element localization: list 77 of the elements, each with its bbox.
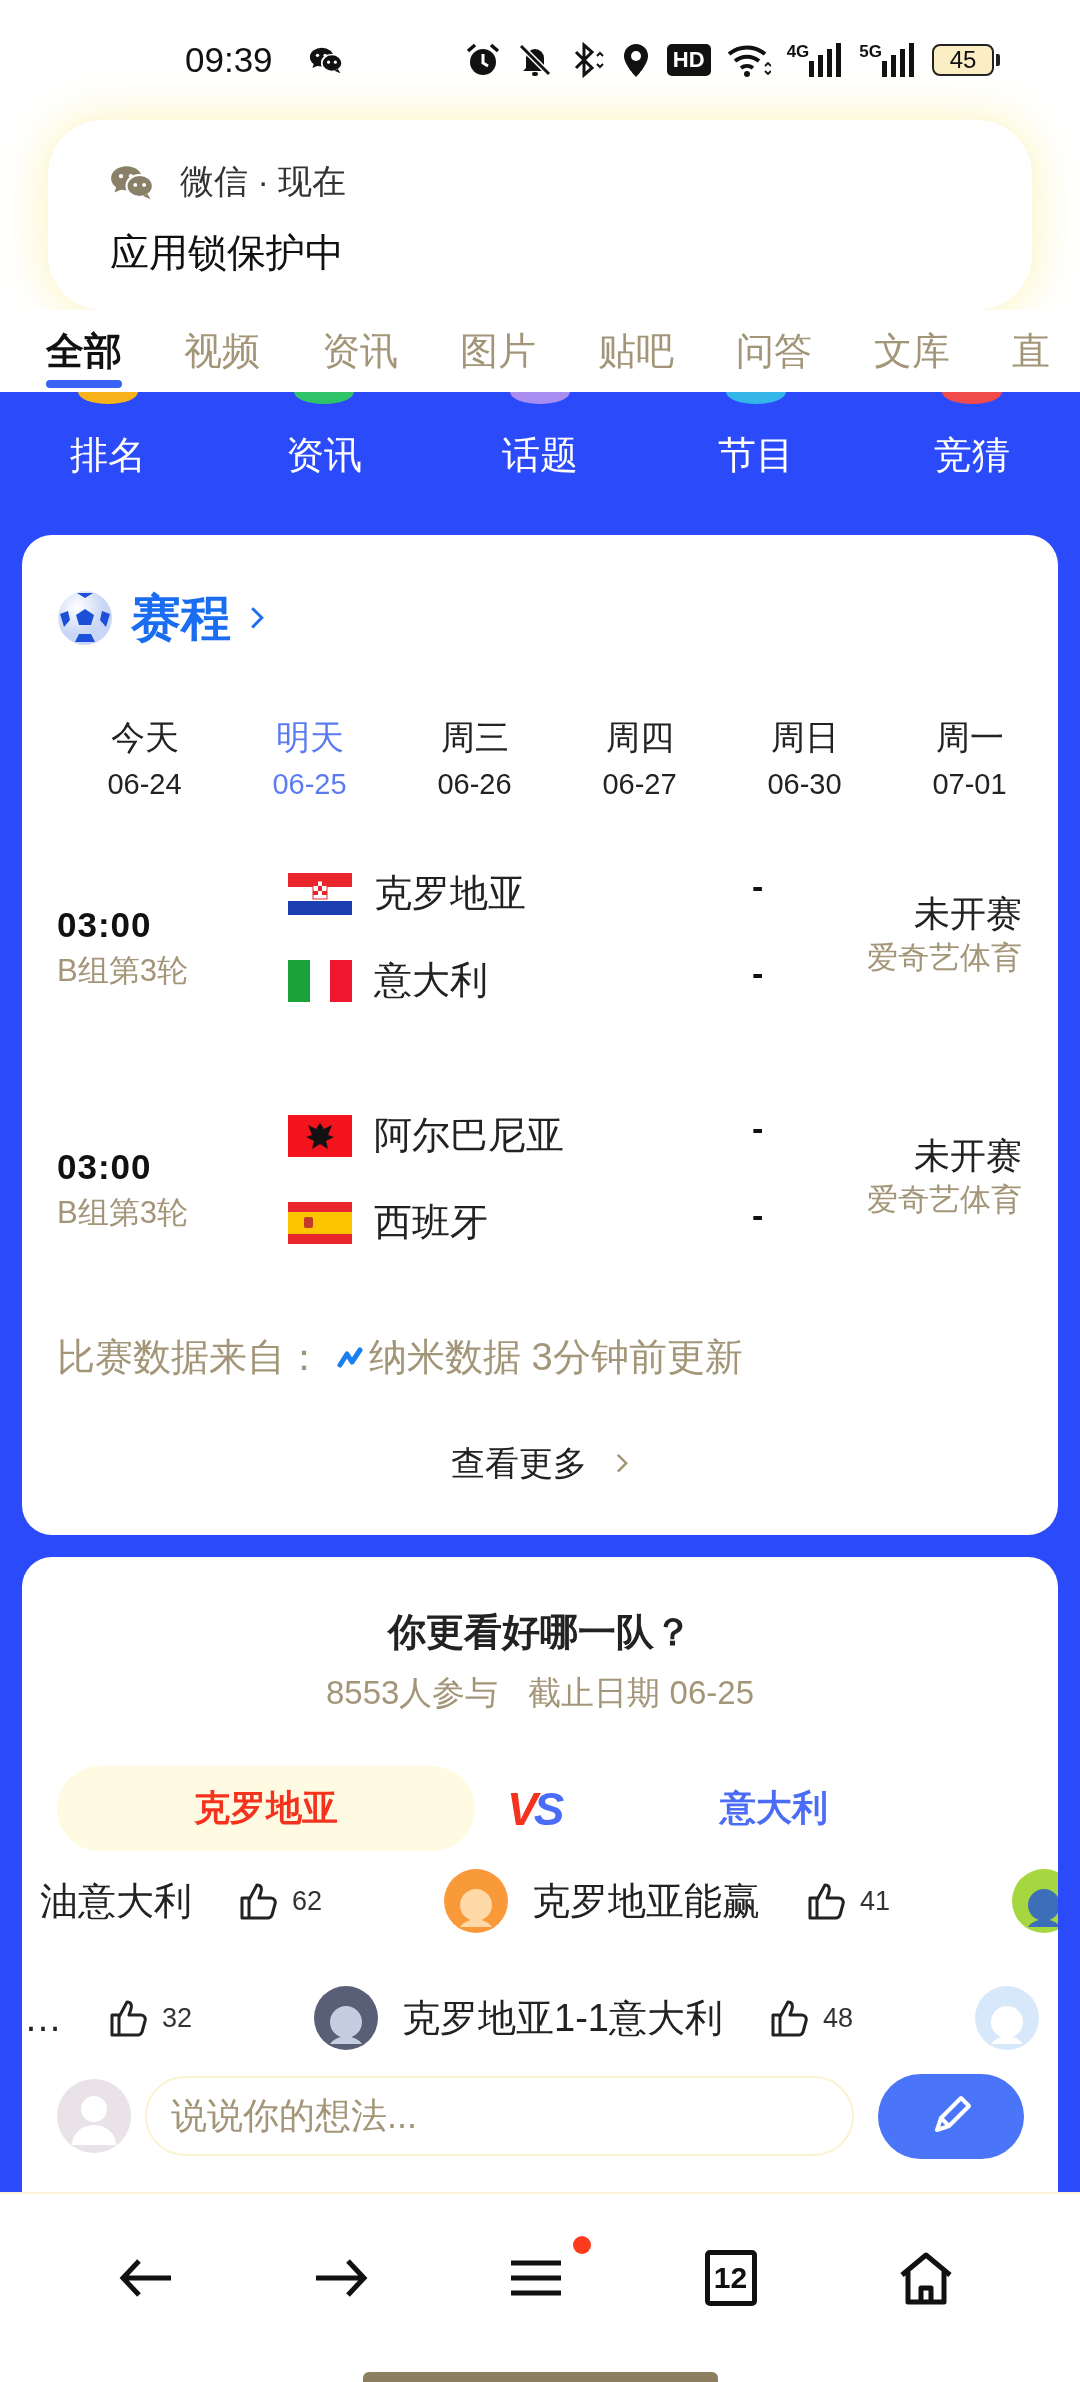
source-label: 比赛数据来自：: [57, 1335, 323, 1380]
flag-icon: [288, 872, 352, 915]
network-label: 5G: [859, 43, 882, 61]
chat-bubbles-icon: [110, 164, 154, 200]
wifi-icon: [726, 42, 771, 78]
match-time: 03:00: [57, 1147, 153, 1187]
match-time: 03:00: [57, 905, 153, 945]
vs-logo: VS: [507, 1781, 561, 1836]
score: -: [752, 1109, 765, 1148]
thumbs-up-icon[interactable]: [108, 1998, 148, 2038]
date-tab[interactable]: 今天 06-24: [62, 710, 227, 804]
thumbs-up-icon[interactable]: [806, 1881, 847, 1921]
signal-bars-icon: [882, 43, 916, 77]
broadcaster: 爱奇艺体育: [867, 1181, 1022, 1219]
clock-time: 09:39: [185, 40, 273, 80]
date-tab[interactable]: 周四 06-27: [557, 710, 722, 804]
avatar[interactable]: [1012, 1869, 1058, 1933]
team-name: 西班牙: [374, 1200, 488, 1245]
category-label[interactable]: 节目: [718, 430, 794, 480]
poll-title: 你更看好哪一队？: [386, 1610, 693, 1655]
network-label: 4G: [786, 43, 810, 61]
participant-count: 8553人参与: [326, 1673, 499, 1713]
category-icon[interactable]: [726, 392, 786, 404]
view-more-link[interactable]: 查看更多: [451, 1438, 629, 1488]
avatar[interactable]: [314, 1986, 379, 2050]
match-round: B组第3轮: [57, 1193, 189, 1232]
date-tab[interactable]: 周三 06-26: [392, 710, 557, 804]
match-status: 未开赛: [914, 1134, 1022, 1178]
like-count: 32: [162, 2002, 193, 2034]
notification-message: 应用锁保护中: [110, 230, 345, 276]
signal-bars-icon: [809, 43, 844, 77]
category-label[interactable]: 话题: [502, 430, 578, 480]
alarm-icon: [464, 42, 501, 78]
battery-indicator: 45: [932, 44, 1000, 76]
source-text: 纳米数据 3分钟前更新: [369, 1335, 743, 1380]
flag-icon: [288, 1201, 352, 1244]
search-tab[interactable]: 全部: [46, 310, 122, 392]
category-icon[interactable]: [294, 392, 354, 404]
date-tab[interactable]: 周日 06-30: [722, 710, 887, 804]
like-count: 48: [822, 2002, 853, 2034]
team-name: 阿尔巴尼亚: [374, 1113, 564, 1158]
soccer-ball-icon: [57, 590, 113, 646]
match-round: B组第3轮: [57, 951, 189, 990]
hd-badge: HD: [666, 44, 711, 76]
flag-icon: [288, 959, 352, 1002]
chevron-right-icon[interactable]: [249, 605, 265, 631]
category-label[interactable]: 竞猜: [934, 430, 1010, 480]
section-title[interactable]: 赛程: [131, 590, 231, 646]
comment-text: 油意大利: [40, 1878, 192, 1924]
flag-icon: [288, 1114, 352, 1157]
thumbs-up-icon[interactable]: [238, 1881, 278, 1921]
poll-deadline: 截止日期 06-25: [528, 1673, 754, 1713]
score: -: [752, 954, 765, 993]
category-label[interactable]: 资讯: [286, 430, 362, 480]
tab-count-button[interactable]: 12: [704, 2250, 757, 2307]
user-avatar-icon: [57, 2079, 131, 2153]
team-vote-button[interactable]: 克罗地亚: [57, 1766, 475, 1851]
broadcaster: 爱奇艺体育: [867, 939, 1022, 977]
dots-logo-icon: [335, 1344, 365, 1370]
date-tab[interactable]: 明天 06-25: [227, 710, 392, 804]
team-name: 意大利: [374, 958, 488, 1003]
comment-field[interactable]: 说说你的想法...: [145, 2076, 854, 2156]
match-status: 未开赛: [914, 892, 1022, 936]
score: -: [752, 1196, 765, 1235]
like-count: 41: [860, 1885, 891, 1917]
comment-text: 克罗地亚1-1意大利: [402, 1995, 723, 2041]
notification-header: 微信 · 现在: [180, 161, 347, 202]
category-icon[interactable]: [78, 392, 138, 404]
comment-text: 克罗地亚能赢: [532, 1878, 761, 1924]
team-name: 克罗地亚: [374, 871, 526, 916]
chevron-right-icon[interactable]: [615, 1451, 629, 1475]
like-count: 62: [292, 1885, 323, 1917]
comment-text: …: [24, 1996, 62, 2040]
score: -: [752, 867, 765, 906]
chat-bubbles-icon: [308, 46, 343, 74]
date-tab[interactable]: 周一 07-01: [887, 710, 1052, 804]
category-label[interactable]: 排名: [70, 430, 146, 480]
